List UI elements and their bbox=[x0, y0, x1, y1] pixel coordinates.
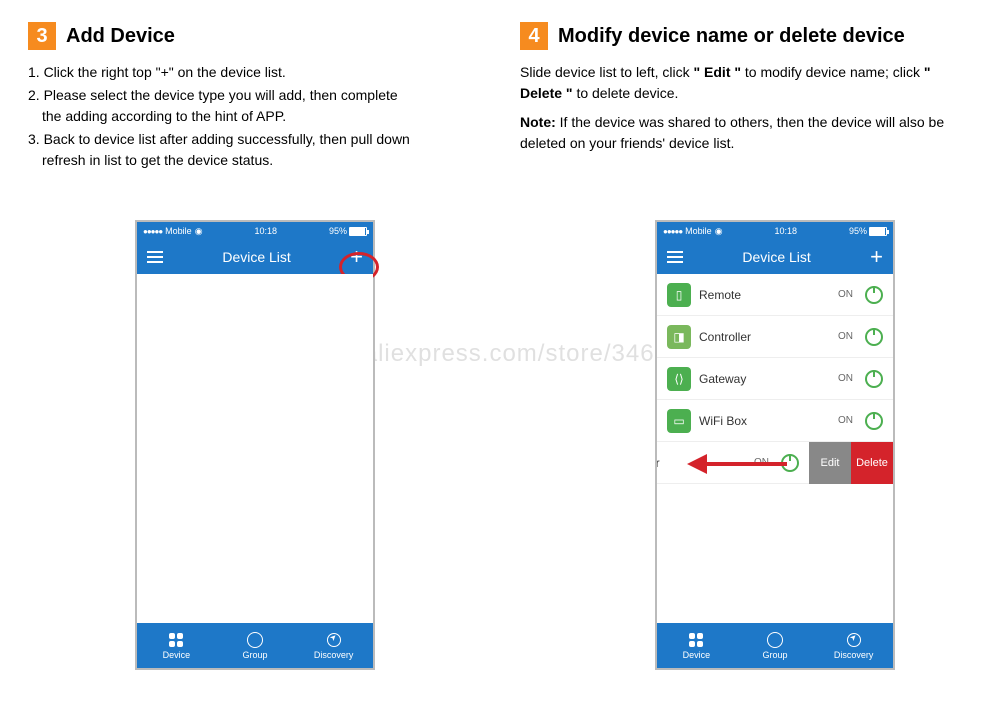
status-bar: ●●●●● Mobile ◉ 10:18 95% bbox=[137, 222, 373, 240]
power-icon[interactable] bbox=[865, 370, 883, 388]
section-4-instruction: Slide device list to left, click " Edit … bbox=[520, 62, 972, 104]
link-icon bbox=[247, 632, 263, 648]
bottom-tabs: Device Group Discovery bbox=[137, 623, 373, 668]
device-row-gateway[interactable]: ⟨⟩ Gateway ON bbox=[657, 358, 893, 400]
battery-percent: 95% bbox=[329, 226, 347, 236]
link-icon bbox=[767, 632, 783, 648]
tab-device[interactable]: Device bbox=[657, 623, 736, 668]
signal-dots: ●●●●● bbox=[143, 227, 162, 236]
step-1: 1. Click the right top "+" on the device… bbox=[28, 62, 480, 83]
section-3-header: 3 Add Device bbox=[28, 22, 480, 50]
nav-title: Device List bbox=[222, 249, 290, 265]
bottom-tabs: Device Group Discovery bbox=[657, 623, 893, 668]
carrier-label: Mobile bbox=[165, 226, 192, 236]
remote-icon: ▯ bbox=[667, 283, 691, 307]
step-2: 2. Please select the device type you wil… bbox=[28, 85, 480, 127]
step-3: 3. Back to device list after adding succ… bbox=[28, 129, 480, 171]
section-3-title: Add Device bbox=[66, 25, 175, 48]
battery-icon bbox=[349, 227, 367, 236]
power-icon[interactable] bbox=[865, 412, 883, 430]
carrier-label: Mobile bbox=[685, 226, 712, 236]
nav-title: Device List bbox=[742, 249, 810, 265]
time-label: 10:18 bbox=[255, 226, 278, 236]
compass-icon bbox=[326, 632, 342, 648]
phone-screenshot-1: ●●●●● Mobile ◉ 10:18 95% Device List + D… bbox=[135, 220, 375, 670]
status-bar: ●●●●● Mobile ◉ 10:18 95% bbox=[657, 222, 893, 240]
section-4-title: Modify device name or delete device bbox=[558, 25, 905, 48]
step-number-3: 3 bbox=[28, 22, 56, 50]
nav-bar: Device List + bbox=[137, 240, 373, 274]
nav-bar: Device List + bbox=[657, 240, 893, 274]
menu-icon[interactable] bbox=[667, 251, 683, 263]
time-label: 10:18 bbox=[775, 226, 798, 236]
controller-icon: ◨ bbox=[667, 325, 691, 349]
section-4: 4 Modify device name or delete device Sl… bbox=[520, 22, 972, 173]
battery-icon bbox=[869, 227, 887, 236]
delete-button[interactable]: Delete bbox=[851, 442, 893, 484]
wifi-icon: ◉ bbox=[195, 226, 203, 237]
battery-percent: 95% bbox=[849, 226, 867, 236]
section-4-header: 4 Modify device name or delete device bbox=[520, 22, 972, 50]
tab-group[interactable]: Group bbox=[216, 623, 295, 668]
device-list-empty bbox=[137, 274, 373, 623]
section-4-note: Note: If the device was shared to others… bbox=[520, 112, 972, 154]
tab-device[interactable]: Device bbox=[137, 623, 216, 668]
section-3: 3 Add Device 1. Click the right top "+" … bbox=[28, 22, 480, 173]
tab-group[interactable]: Group bbox=[736, 623, 815, 668]
phone-screenshot-2: ●●●●● Mobile ◉ 10:18 95% Device List + ▯… bbox=[655, 220, 895, 670]
tab-discovery[interactable]: Discovery bbox=[294, 623, 373, 668]
menu-icon[interactable] bbox=[147, 251, 163, 263]
power-icon[interactable] bbox=[865, 286, 883, 304]
edit-button[interactable]: Edit bbox=[809, 442, 851, 484]
tab-discovery[interactable]: Discovery bbox=[814, 623, 893, 668]
device-row-wifibox[interactable]: ▭ WiFi Box ON bbox=[657, 400, 893, 442]
step-number-4: 4 bbox=[520, 22, 548, 50]
device-list: ▯ Remote ON ◨ Controller ON ⟨⟩ Gateway O… bbox=[657, 274, 893, 623]
wifi-icon: ◉ bbox=[715, 226, 723, 237]
wifibox-icon: ▭ bbox=[667, 409, 691, 433]
signal-dots: ●●●●● bbox=[663, 227, 682, 236]
grid-icon bbox=[168, 632, 184, 648]
add-device-button[interactable]: + bbox=[870, 246, 883, 268]
swipe-arrow bbox=[687, 454, 787, 474]
gateway-icon: ⟨⟩ bbox=[667, 367, 691, 391]
power-icon[interactable] bbox=[865, 328, 883, 346]
grid-icon bbox=[688, 632, 704, 648]
device-row-controller[interactable]: ◨ Controller ON bbox=[657, 316, 893, 358]
device-row-remote[interactable]: ▯ Remote ON bbox=[657, 274, 893, 316]
compass-icon bbox=[846, 632, 862, 648]
